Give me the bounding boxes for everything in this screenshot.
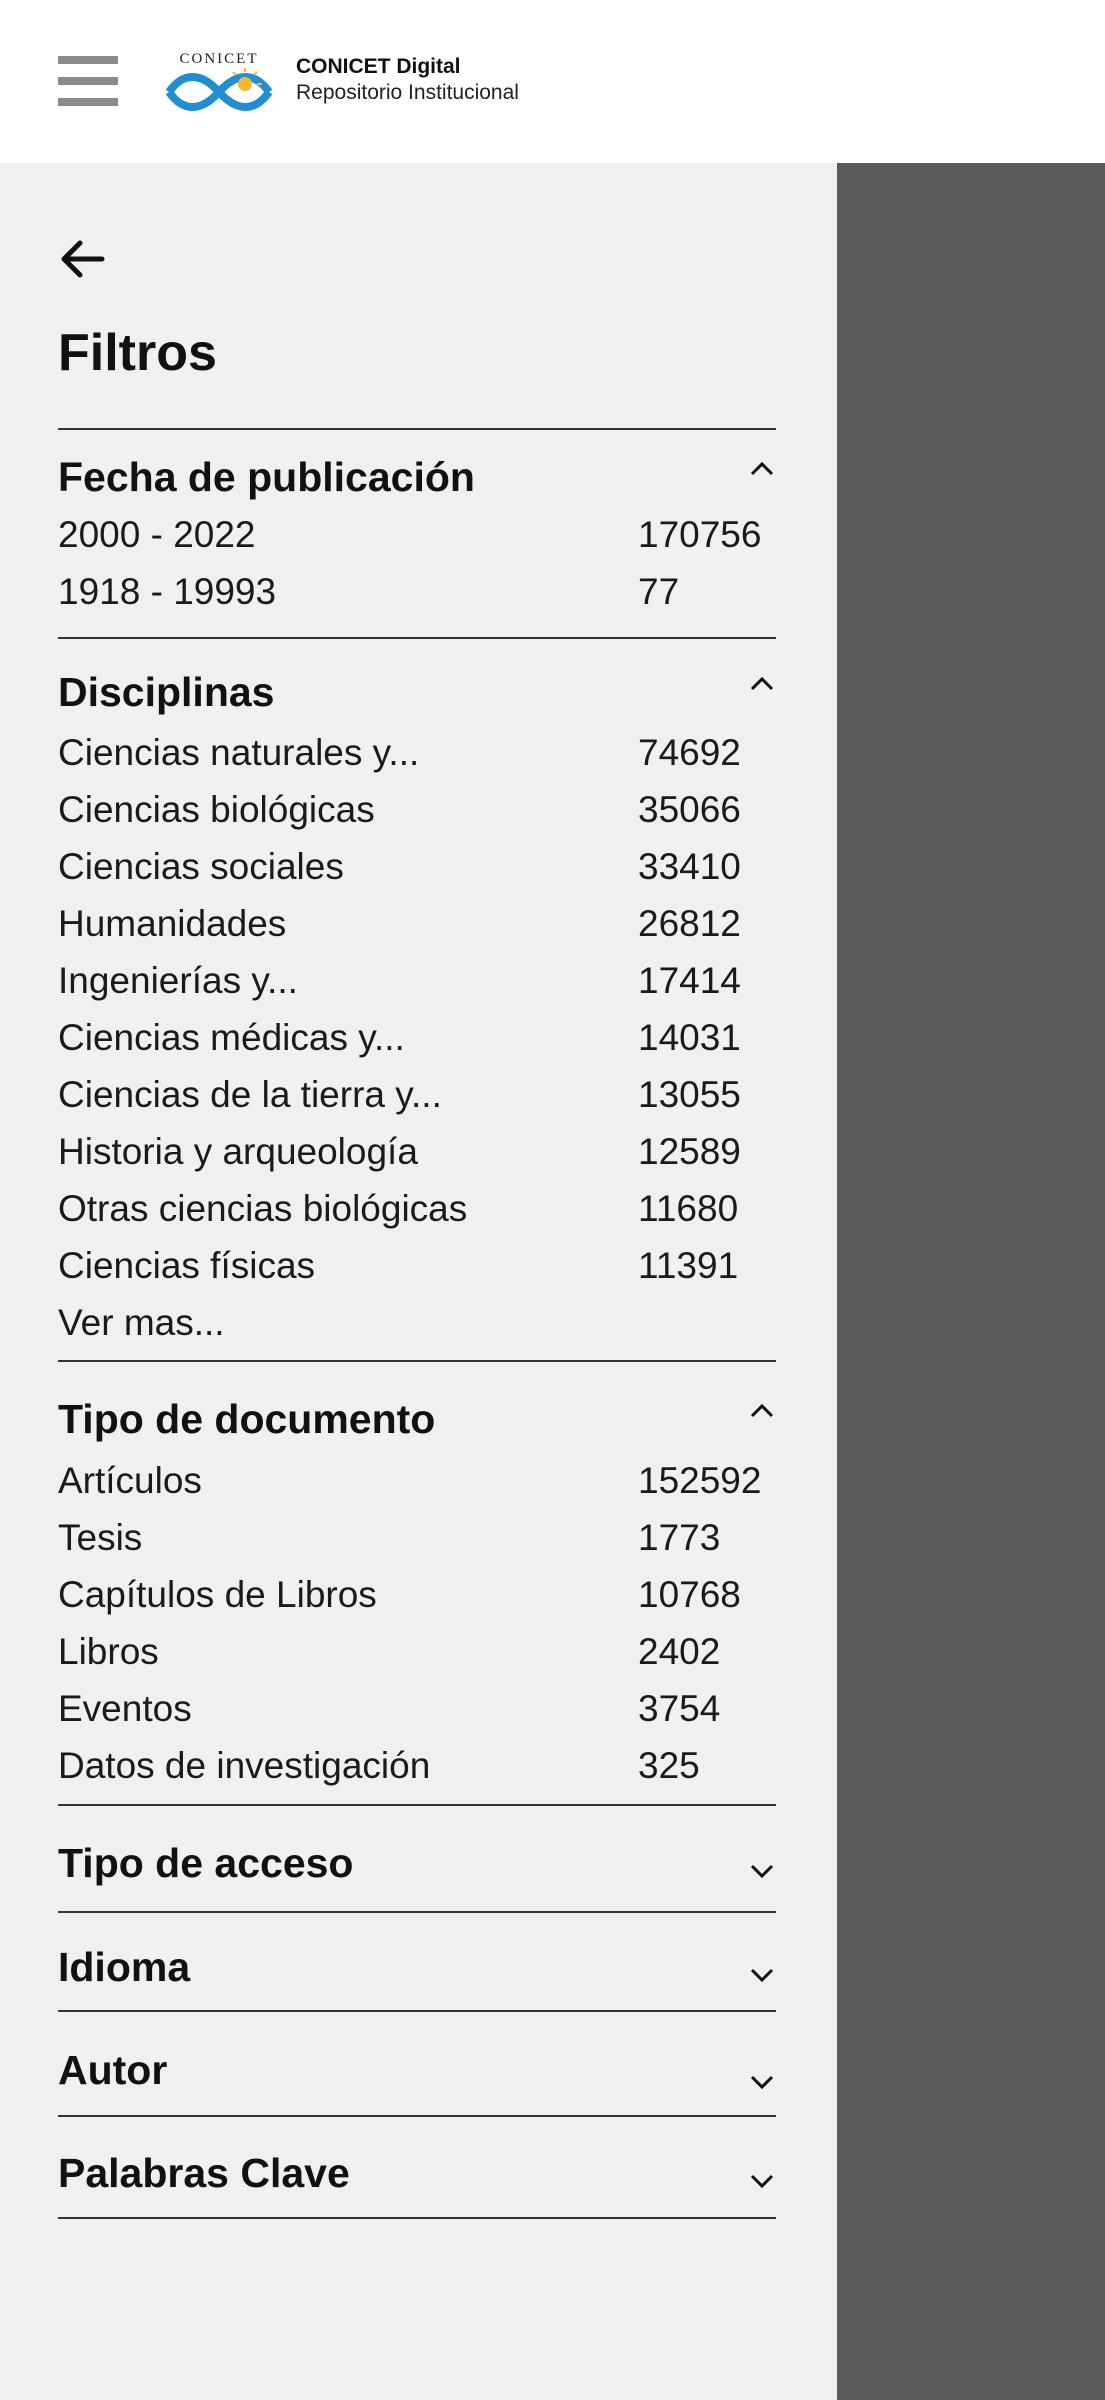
filter-option-label: Eventos (58, 1688, 192, 1729)
filter-option[interactable]: Otras ciencias biológicas 11680 (58, 1184, 798, 1234)
filter-option-label: Ciencias naturales y... (58, 732, 420, 773)
filter-option-count: 10768 (638, 1574, 741, 1615)
filter-option-label: Ciencias médicas y... (58, 1017, 405, 1058)
filter-option-label: 1918 - 19993 (58, 571, 277, 612)
filter-option-count: 74692 (638, 732, 741, 773)
filter-option-label: Artículos (58, 1460, 202, 1501)
section-title-idioma[interactable]: Idioma (58, 1943, 190, 1991)
filters-drawer: Filtros Fecha de publicación 2000 - 2022… (0, 163, 837, 2400)
filter-option-count: 35066 (638, 789, 741, 830)
filter-option[interactable]: Ingenierías y... 17414 (58, 956, 798, 1006)
filter-option[interactable]: Ciencias de la tierra y... 13055 (58, 1070, 798, 1120)
filter-option-count: 13055 (638, 1074, 741, 1115)
filter-option[interactable]: Capítulos de Libros 10768 (58, 1570, 798, 1620)
chevron-up-icon[interactable] (748, 674, 776, 692)
chevron-down-icon[interactable] (748, 1862, 776, 1880)
hamburger-menu-icon[interactable] (58, 56, 118, 106)
filter-option[interactable]: Libros 2402 (58, 1627, 798, 1677)
filter-option[interactable]: Ciencias médicas y... 14031 (58, 1013, 798, 1063)
divider (58, 1360, 776, 1362)
filter-option-label: Otras ciencias biológicas (58, 1188, 468, 1229)
filter-option-label: Tesis (58, 1517, 143, 1558)
filter-option-label: Capítulos de Libros (58, 1574, 377, 1615)
divider (58, 2010, 776, 2012)
filter-option[interactable]: Eventos 3754 (58, 1684, 798, 1734)
filter-option-count: 17414 (638, 960, 741, 1001)
drawer-scrim[interactable] (837, 163, 1105, 2400)
filter-option-count: 11680 (638, 1188, 739, 1229)
brand-title: CONICET Digital (296, 55, 461, 78)
filter-option[interactable]: Historia y arqueología 12589 (58, 1127, 798, 1177)
filter-option-count: 12589 (638, 1131, 741, 1172)
filter-option-label: Historia y arqueología (58, 1131, 418, 1172)
filter-option-count: 152592 (638, 1460, 762, 1501)
filter-option-count: 2402 (638, 1631, 721, 1672)
filter-option[interactable]: Datos de investigación 325 (58, 1741, 798, 1791)
brand-subtitle: Repositorio Institucional (296, 81, 519, 104)
divider (58, 1911, 776, 1913)
section-title-autor[interactable]: Autor (58, 2046, 167, 2094)
filter-option[interactable]: Ciencias biológicas 35066 (58, 785, 798, 835)
see-more-link[interactable]: Ver mas... (58, 1298, 225, 1348)
filter-option-label: Libros (58, 1631, 159, 1672)
filters-title: Filtros (58, 324, 217, 382)
filter-option[interactable]: Tesis 1773 (58, 1513, 798, 1563)
svg-text:CONICET: CONICET (180, 51, 259, 67)
chevron-down-icon[interactable] (748, 2172, 776, 2190)
divider (58, 2115, 776, 2117)
filter-option-label: Datos de investigación (58, 1745, 431, 1786)
filter-option-label: 2000 - 2022 (58, 514, 256, 555)
filter-option-count: 170756 (638, 514, 762, 555)
filter-option-label: Ciencias de la tierra y... (58, 1074, 442, 1115)
filter-option-label: Humanidades (58, 903, 287, 944)
chevron-up-icon[interactable] (748, 459, 776, 477)
filter-option[interactable]: Ciencias naturales y... 74692 (58, 728, 798, 778)
filter-option[interactable]: 2000 - 2022 170756 (58, 510, 798, 560)
divider (58, 428, 776, 430)
divider (58, 637, 776, 639)
section-title-tipo-acceso[interactable]: Tipo de acceso (58, 1839, 353, 1887)
filter-option[interactable]: Artículos 152592 (58, 1456, 798, 1506)
filter-option[interactable]: Ciencias sociales 33410 (58, 842, 798, 892)
filter-option-label: Ciencias sociales (58, 846, 344, 887)
divider (58, 2217, 776, 2219)
chevron-down-icon[interactable] (748, 1966, 776, 1984)
filter-option-count: 11391 (638, 1245, 739, 1286)
filter-option-label: Ciencias físicas (58, 1245, 316, 1286)
filter-option[interactable]: 1918 - 19993 77 (58, 567, 798, 617)
filter-option-label: Ingenierías y... (58, 960, 298, 1001)
section-title-tipo-documento[interactable]: Tipo de documento (58, 1395, 435, 1443)
filter-option-count: 77 (638, 571, 680, 612)
section-title-palabras-clave[interactable]: Palabras Clave (58, 2149, 350, 2197)
filter-option-count: 3754 (638, 1688, 721, 1729)
conicet-logo[interactable]: CONICET (165, 50, 273, 112)
filter-option-label: Ciencias biológicas (58, 789, 375, 830)
filter-option-count: 33410 (638, 846, 741, 887)
filter-option[interactable]: Humanidades 26812 (58, 899, 798, 949)
chevron-up-icon[interactable] (748, 1401, 776, 1419)
app-header: CONICET CONICET Digital Repositorio Inst… (0, 0, 1105, 163)
section-title-fecha[interactable]: Fecha de publicación (58, 453, 475, 501)
section-title-disciplinas[interactable]: Disciplinas (58, 668, 274, 716)
chevron-down-icon[interactable] (748, 2073, 776, 2091)
filter-option[interactable]: Ciencias físicas 11391 (58, 1241, 798, 1291)
filter-option-count: 325 (638, 1745, 700, 1786)
filter-option-count: 14031 (638, 1017, 741, 1058)
arrow-left-icon[interactable] (58, 235, 106, 283)
filter-option-count: 26812 (638, 903, 741, 944)
filter-option-count: 1773 (638, 1517, 721, 1558)
divider (58, 1804, 776, 1806)
brand-text: CONICET Digital Repositorio Instituciona… (296, 54, 519, 106)
